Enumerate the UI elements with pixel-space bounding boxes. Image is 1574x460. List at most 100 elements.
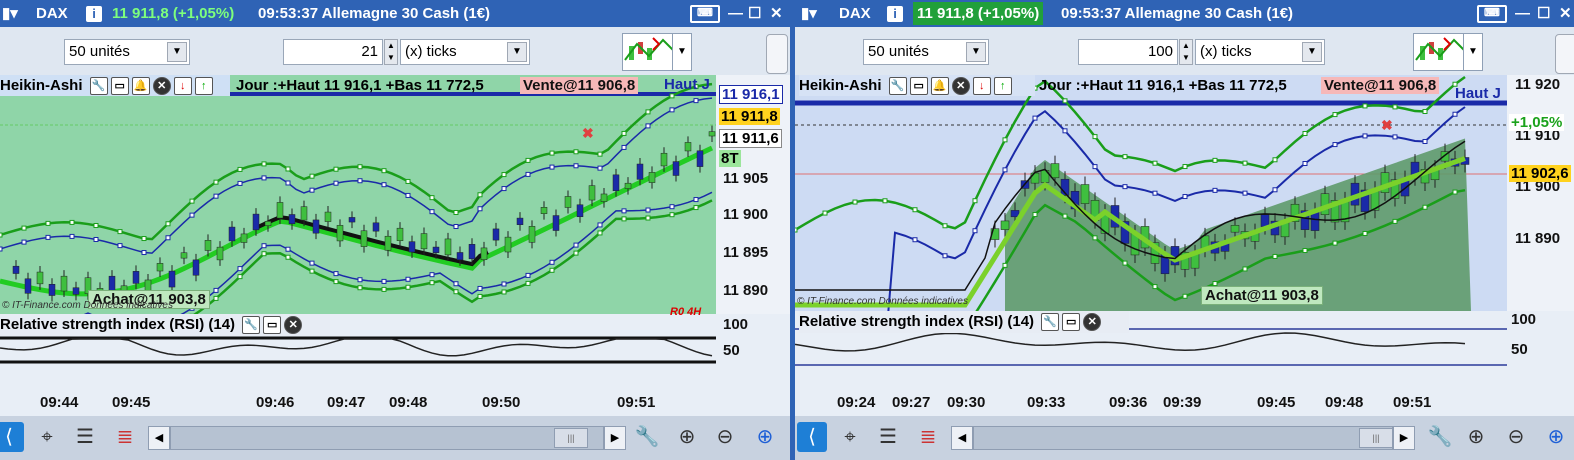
close-icon[interactable]: ✕ bbox=[1559, 0, 1572, 27]
info-icon[interactable]: i bbox=[887, 6, 903, 22]
chevron-down-icon[interactable]: ▼ bbox=[507, 42, 527, 62]
minimize-icon[interactable]: — bbox=[1515, 0, 1530, 27]
remove-icon[interactable]: ✕ bbox=[951, 77, 970, 96]
wrench-icon[interactable]: 🔧 bbox=[632, 422, 662, 452]
scroll-thumb[interactable]: ||| bbox=[1359, 428, 1393, 448]
interval-select[interactable]: (x) ticks ▼ bbox=[1195, 39, 1325, 65]
sync-icon[interactable] bbox=[766, 34, 788, 74]
zoom-out-icon[interactable]: ⊖ bbox=[710, 422, 740, 452]
indicator-toolbar: Heikin-Ashi 🔧 ▭ 🔔 ✕ ↓ ↑ bbox=[799, 75, 1035, 96]
candle bbox=[552, 215, 560, 231]
scroll-left-icon[interactable]: ◀ bbox=[148, 426, 170, 450]
symbol-label[interactable]: DAX bbox=[36, 0, 68, 27]
chevron-down-icon[interactable]: ▼ bbox=[966, 42, 986, 62]
candle bbox=[444, 238, 452, 256]
price-chart[interactable]: ✖ bbox=[0, 75, 790, 416]
bollinger-lower-marker bbox=[1242, 266, 1248, 272]
bell-icon[interactable]: 🔔 bbox=[131, 77, 150, 96]
time-scrollbar[interactable] bbox=[973, 426, 1393, 450]
cursor-icon[interactable]: ⌖ bbox=[835, 422, 865, 452]
scroll-right-icon[interactable]: ▶ bbox=[1393, 426, 1415, 450]
remove-icon[interactable]: ✕ bbox=[152, 77, 171, 96]
wrench-icon[interactable]: 🔧 bbox=[1425, 422, 1455, 452]
zoom-in-icon[interactable]: ⊕ bbox=[750, 422, 780, 452]
ticks-input[interactable]: 100 bbox=[1078, 39, 1178, 65]
keyboard-icon[interactable]: ⌨ bbox=[690, 5, 720, 23]
instrument-icon[interactable]: ▮▾ bbox=[2, 0, 18, 27]
zoom-fit-icon[interactable]: ⊕ bbox=[672, 422, 702, 452]
bollinger-upper-marker bbox=[117, 229, 123, 235]
units-select[interactable]: 50 unités ▼ bbox=[863, 39, 989, 65]
bid-price-tag: 11 911,6 bbox=[719, 129, 782, 148]
bollinger-lower-marker bbox=[429, 280, 435, 286]
scroll-left-icon[interactable]: ◀ bbox=[951, 426, 973, 450]
chart-type-icon[interactable] bbox=[1413, 33, 1467, 71]
scroll-right-icon[interactable]: ▶ bbox=[604, 426, 626, 450]
ticks-stepper[interactable]: ▲ ▼ bbox=[384, 39, 398, 65]
candle bbox=[348, 217, 356, 223]
candle bbox=[252, 213, 260, 231]
wrench-icon[interactable]: 🔧 bbox=[89, 77, 108, 96]
zoom-out-icon[interactable]: ⊖ bbox=[1501, 422, 1531, 452]
scroll-thumb[interactable]: ||| bbox=[554, 428, 588, 448]
rsi-toolbar: Relative strength index (RSI) (14) 🔧 ▭ ✕ bbox=[799, 311, 1129, 333]
envelope-upper-marker bbox=[381, 182, 387, 188]
window-icon[interactable]: ▭ bbox=[263, 316, 282, 335]
time-scrollbar[interactable] bbox=[170, 426, 604, 450]
close-icon[interactable]: ✕ bbox=[770, 0, 783, 27]
list-icon[interactable]: ☰ bbox=[70, 422, 100, 452]
bollinger-upper-marker bbox=[1422, 108, 1428, 114]
arrow-up-icon[interactable]: ↑ bbox=[194, 77, 213, 96]
zoom-fit-icon[interactable]: ⊕ bbox=[1461, 422, 1491, 452]
chevron-down-icon[interactable]: ▼ bbox=[1302, 42, 1322, 62]
units-select[interactable]: 50 unités ▼ bbox=[64, 39, 190, 65]
maximize-icon[interactable]: ☐ bbox=[748, 0, 761, 27]
chevron-down-icon[interactable]: ▼ bbox=[167, 42, 187, 62]
window-icon[interactable]: ▭ bbox=[1062, 313, 1081, 332]
envelope-upper-marker bbox=[1392, 134, 1398, 140]
wrench-icon[interactable]: 🔧 bbox=[1041, 313, 1060, 332]
wrench-icon[interactable]: 🔧 bbox=[888, 77, 907, 96]
keyboard-icon[interactable]: ⌨ bbox=[1477, 5, 1507, 23]
minimize-icon[interactable]: — bbox=[728, 0, 743, 27]
envelope-upper-marker bbox=[645, 123, 651, 129]
price-chart[interactable]: ✖ bbox=[795, 75, 1574, 416]
share-icon[interactable]: ⟨ bbox=[0, 422, 24, 452]
buy-order-tag[interactable]: Achat@11 903,8 bbox=[1201, 286, 1323, 305]
remove-icon[interactable]: ✕ bbox=[1083, 313, 1102, 332]
share-icon[interactable]: ⟨ bbox=[797, 422, 827, 452]
layers-icon[interactable]: ≣ bbox=[913, 422, 943, 452]
maximize-icon[interactable]: ☐ bbox=[1537, 0, 1550, 27]
wrench-icon[interactable]: 🔧 bbox=[242, 316, 261, 335]
list-icon[interactable]: ☰ bbox=[873, 422, 903, 452]
sell-order-tag[interactable]: Vente@11 906,8 bbox=[1321, 77, 1440, 94]
envelope-upper-marker bbox=[261, 175, 267, 181]
ticks-stepper[interactable]: ▲ ▼ bbox=[1179, 39, 1193, 65]
rsi-tick: 100 bbox=[1511, 311, 1537, 328]
chart-type-dropdown[interactable]: ▼ bbox=[1463, 33, 1483, 71]
layers-icon[interactable]: ≣ bbox=[110, 422, 140, 452]
envelope-upper-marker bbox=[912, 237, 918, 243]
x-tick: 09:30 bbox=[947, 394, 986, 411]
arrow-down-icon[interactable]: ↓ bbox=[173, 77, 192, 96]
window-icon[interactable]: ▭ bbox=[110, 77, 129, 96]
bell-icon[interactable]: 🔔 bbox=[930, 77, 949, 96]
interval-select[interactable]: (x) ticks ▼ bbox=[400, 39, 530, 65]
sell-order-tag[interactable]: Vente@11 906,8 bbox=[520, 77, 639, 94]
envelope-lower-marker bbox=[477, 285, 483, 291]
instrument-icon[interactable]: ▮▾ bbox=[801, 0, 817, 27]
symbol-label[interactable]: DAX bbox=[839, 0, 871, 27]
arrow-up-icon[interactable]: ↑ bbox=[993, 77, 1012, 96]
envelope-upper-marker bbox=[357, 178, 363, 184]
zoom-in-icon[interactable]: ⊕ bbox=[1541, 422, 1571, 452]
info-icon[interactable]: i bbox=[86, 6, 102, 22]
sync-icon[interactable] bbox=[1555, 34, 1574, 74]
envelope-upper-marker bbox=[1422, 138, 1428, 144]
cursor-icon[interactable]: ⌖ bbox=[32, 422, 62, 452]
chart-type-icon[interactable] bbox=[622, 33, 676, 71]
ticks-input[interactable]: 21 bbox=[283, 39, 383, 65]
chart-type-dropdown[interactable]: ▼ bbox=[672, 33, 692, 71]
window-icon[interactable]: ▭ bbox=[909, 77, 928, 96]
arrow-down-icon[interactable]: ↓ bbox=[972, 77, 991, 96]
remove-icon[interactable]: ✕ bbox=[284, 316, 303, 335]
